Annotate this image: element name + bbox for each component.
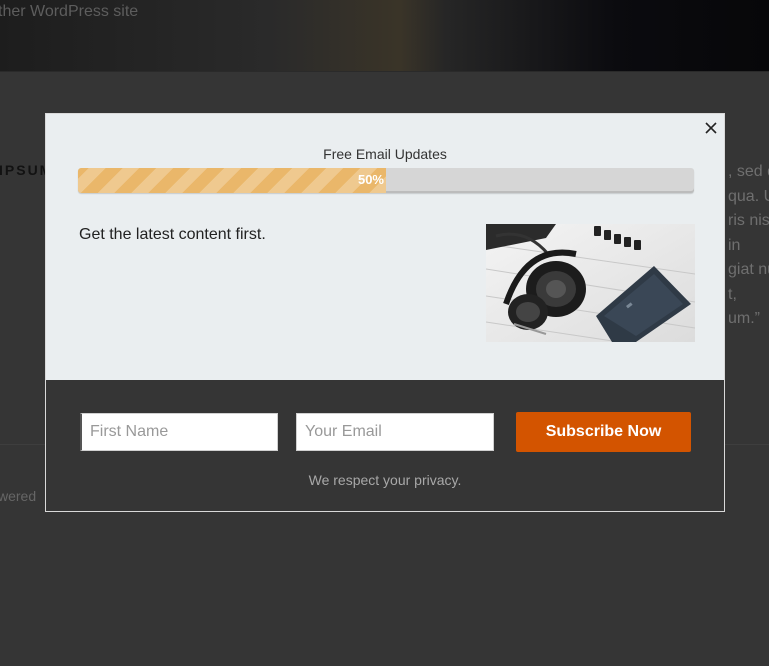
optin-popup: Free Email Updates 50% Get the latest co… [45, 113, 725, 512]
excerpt-line: , sed d [728, 163, 769, 180]
excerpt-line: um.” [728, 310, 760, 327]
close-button[interactable] [700, 117, 722, 139]
popup-tagline: Get the latest content first. [79, 226, 266, 243]
signup-form: Subscribe Now [46, 412, 724, 452]
excerpt-line: in [728, 236, 741, 254]
footer-credit: wered [0, 488, 37, 504]
progress-title: Free Email Updates [323, 146, 447, 162]
popup-content-area: Free Email Updates 50% Get the latest co… [46, 114, 724, 380]
close-icon [705, 122, 717, 134]
subscribe-button[interactable]: Subscribe Now [516, 412, 691, 452]
site-description: ther WordPress site [0, 3, 139, 20]
header-divider [0, 71, 769, 72]
progress-percent-label: 50% [357, 172, 384, 187]
site-header-background: ther WordPress site [0, 0, 769, 71]
excerpt-line: t, [728, 285, 737, 303]
headphones-photo [486, 224, 695, 342]
excerpt-line: qua. U [728, 187, 769, 205]
first-name-input[interactable] [80, 413, 278, 451]
privacy-note: We respect your privacy. [308, 472, 462, 488]
excerpt-line: giat nu [728, 261, 769, 278]
email-input[interactable] [296, 413, 494, 451]
post-excerpt: , sed d qua. U ris nis in giat nu t, um.… [728, 160, 769, 332]
progress-bar-fill: 50% [78, 168, 386, 193]
excerpt-line: ris nis [728, 212, 769, 229]
progress-bar: 50% [78, 168, 694, 193]
